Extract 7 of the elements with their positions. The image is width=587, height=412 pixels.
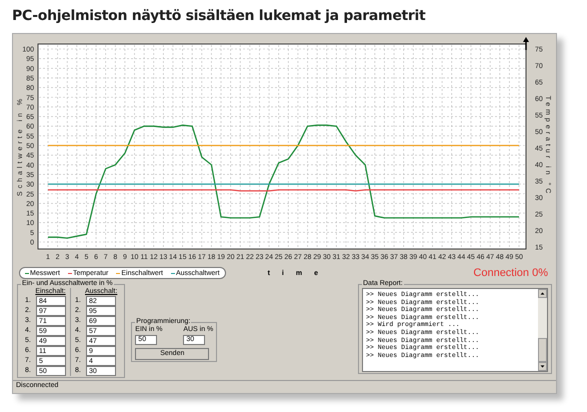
axis-arrow-icon (523, 37, 529, 50)
scroll-thumb[interactable] (538, 338, 547, 362)
scroll-up-icon[interactable] (538, 289, 547, 298)
caption-title: PC-ohjelmiston näyttö sisältäen lukemat ja parametrit (12, 8, 426, 24)
scrollbar[interactable] (538, 289, 547, 371)
connection-status: Connection 0% (473, 267, 548, 279)
scroll-down-icon[interactable] (538, 362, 547, 371)
